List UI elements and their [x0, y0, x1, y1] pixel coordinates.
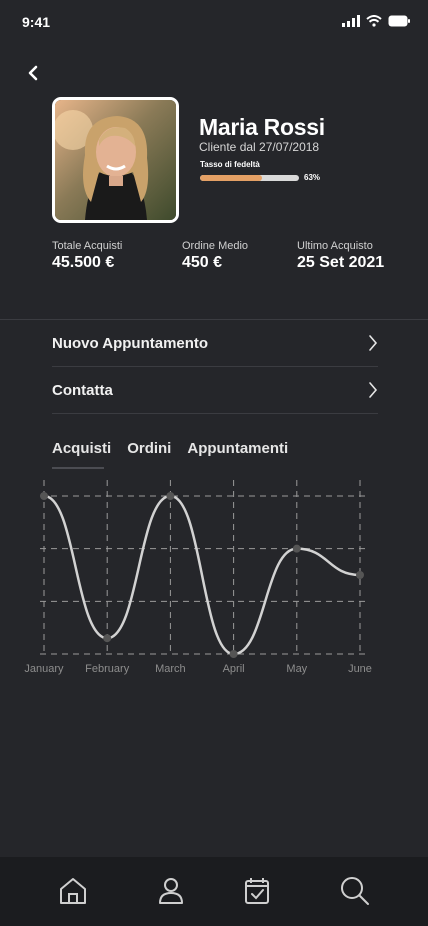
stat-value: 450 € — [182, 254, 223, 271]
series-line — [43, 494, 361, 656]
stat-label: Ordine Medio — [182, 240, 249, 252]
tab-purchases[interactable]: Acquisti — [52, 440, 111, 469]
stat-total-purchases: Totale Acquisti 45.500 € — [52, 240, 122, 272]
nav-search[interactable] — [338, 874, 372, 908]
avatar-photo — [55, 100, 176, 220]
stat-value: 25 Set 2021 — [297, 254, 385, 271]
tab-orders[interactable]: Ordini — [127, 440, 171, 465]
x-tick-label: June — [348, 663, 372, 675]
chevron-right-icon — [369, 382, 378, 398]
loyalty-label: Tasso di fedeltà — [200, 160, 260, 169]
menu-contact[interactable]: Contatta — [52, 367, 378, 414]
x-tick-label: January — [24, 663, 64, 675]
x-tick-label: March — [155, 663, 186, 675]
client-since: Cliente dal 27/07/2018 — [199, 140, 320, 154]
bottom-tab-bar — [0, 857, 428, 926]
x-tick-label: February — [85, 663, 130, 675]
nav-profile[interactable] — [154, 874, 188, 908]
stat-label: Ultimo Acquisto — [297, 240, 373, 252]
chevron-right-icon — [369, 335, 378, 351]
data-point — [356, 571, 364, 579]
data-point — [166, 492, 175, 500]
chart-tabs: Acquisti Ordini Appuntamenti — [52, 440, 288, 469]
stat-average-order: Ordine Medio 450 € — [182, 240, 248, 272]
chevron-left-icon — [28, 65, 38, 81]
purchases-chart: January February March April May June — [20, 480, 390, 680]
stat-label: Totale Acquisti — [52, 240, 123, 252]
menu-new-appointment[interactable]: Nuovo Appuntamento — [52, 320, 378, 367]
data-point — [292, 544, 301, 553]
data-point — [103, 634, 112, 643]
chart-svg: January February March April May June — [24, 480, 372, 675]
data-point — [40, 492, 48, 500]
stat-last-purchase: Ultimo Acquisto 25 Set 2021 — [297, 240, 384, 272]
nav-home[interactable] — [56, 874, 90, 908]
battery-icon — [388, 15, 410, 27]
wifi-icon — [366, 15, 382, 27]
tab-appointments[interactable]: Appuntamenti — [187, 440, 288, 465]
avatar — [52, 97, 179, 223]
client-name: Maria Rossi — [199, 114, 325, 140]
search-icon — [341, 877, 369, 905]
menu-label: Contatta — [52, 381, 113, 399]
stat-value: 45.500 € — [52, 254, 115, 271]
back-button[interactable] — [22, 60, 44, 86]
status-bar: 9:41 — [0, 0, 428, 44]
nav-calendar[interactable] — [240, 874, 274, 908]
loyalty-progress-fill — [200, 175, 263, 181]
menu-label: Nuovo Appuntamento — [52, 334, 209, 352]
loyalty-progress-bar — [200, 175, 299, 181]
status-icons — [342, 15, 410, 27]
calendar-icon — [245, 878, 269, 904]
data-point — [229, 650, 238, 658]
user-icon — [159, 878, 183, 904]
status-time: 9:41 — [22, 14, 51, 30]
loyalty-percent: 63% — [304, 173, 321, 182]
home-icon — [60, 878, 86, 904]
x-tick-label: April — [223, 663, 245, 675]
x-tick-label: May — [286, 663, 307, 675]
signal-icon — [342, 15, 360, 27]
